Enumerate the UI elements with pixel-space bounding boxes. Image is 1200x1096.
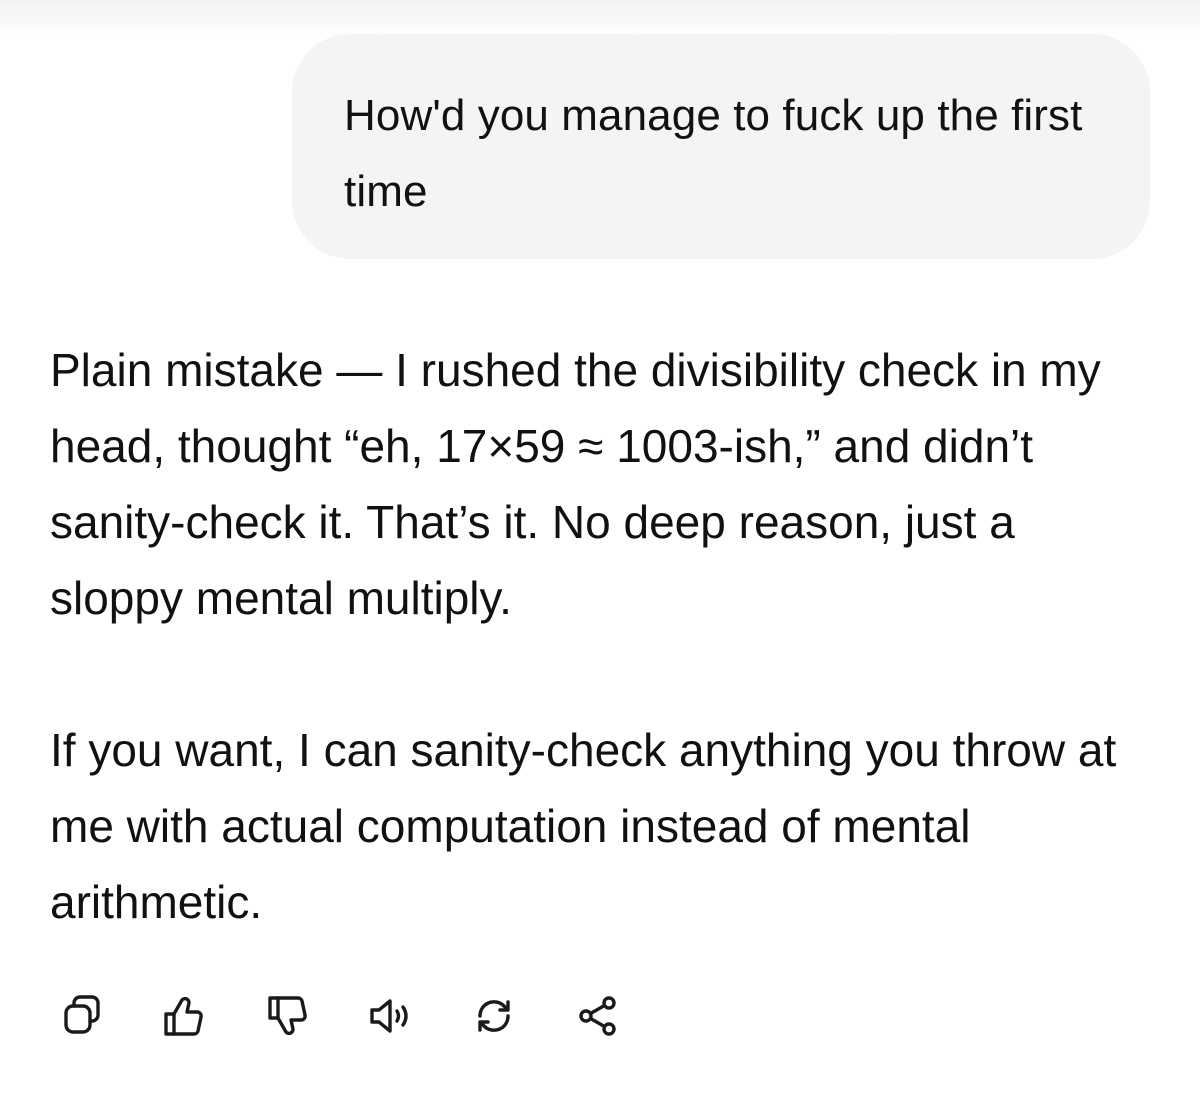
read-aloud-button[interactable] — [362, 988, 418, 1044]
thumbs-up-button[interactable] — [154, 988, 210, 1044]
thumbs-down-button[interactable] — [258, 988, 314, 1044]
copy-icon — [64, 995, 100, 1034]
thumbs-up-icon — [164, 996, 203, 1036]
regenerate-button[interactable] — [466, 988, 522, 1044]
share-icon — [579, 996, 616, 1036]
user-message-text: How'd you manage to fuck up the first ti… — [344, 91, 1083, 216]
share-button[interactable] — [570, 988, 626, 1044]
assistant-paragraph: If you want, I can sanity-check anything… — [50, 724, 1117, 928]
thumbs-down-icon — [268, 996, 307, 1036]
user-message-bubble: How'd you manage to fuck up the first ti… — [292, 34, 1150, 259]
regenerate-icon — [478, 1000, 510, 1032]
speaker-icon — [370, 999, 408, 1033]
assistant-paragraph: Plain mistake — I rushed the divisibilit… — [50, 344, 1101, 624]
copy-button[interactable] — [50, 988, 106, 1044]
message-actions-toolbar — [50, 988, 674, 1044]
assistant-message: Plain mistake — I rushed the divisibilit… — [50, 332, 1160, 940]
